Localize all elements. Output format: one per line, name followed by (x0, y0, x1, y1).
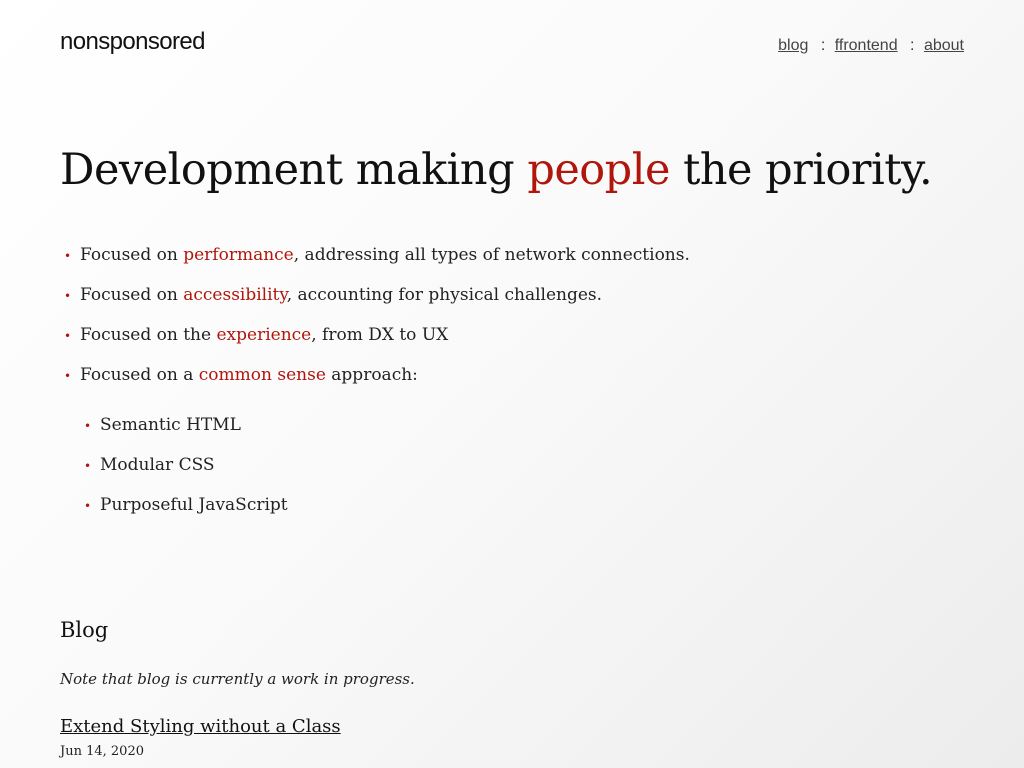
hero-title-suffix: the priority. (669, 145, 933, 195)
focus-item-highlight: common sense (198, 365, 326, 385)
sub-item-label: Purposeful JavaScript (100, 495, 288, 515)
approach-sub-list: • Semantic HTML • Modular CSS • Purposef… (80, 410, 288, 530)
site-logo[interactable]: nonsponsored (60, 28, 206, 56)
hero-title-highlight: people (527, 145, 670, 195)
nav-separator: : (820, 37, 826, 54)
nav-separator: : (910, 37, 915, 54)
focus-item-performance: • Focused on performance, addressing all… (60, 240, 690, 280)
sub-item-semantic-html: • Semantic HTML (80, 410, 288, 450)
hero-title-prefix: Development making (60, 145, 528, 195)
bullet-icon: • (84, 419, 92, 433)
nav-link-about[interactable]: about (924, 37, 964, 54)
hero-title: Development making people the priority. (60, 145, 933, 195)
focus-item-prefix: Focused on (80, 245, 184, 265)
focus-item-suffix: , from DX to UX (311, 325, 449, 345)
sub-item-label: Modular CSS (100, 455, 215, 475)
blog-post-date: Jun 14, 2020 (60, 744, 144, 759)
sub-item-modular-css: • Modular CSS (80, 450, 288, 490)
bullet-icon: • (84, 459, 92, 473)
nav-link-ffrontend[interactable]: ffrontend (835, 37, 898, 54)
focus-item-experience: • Focused on the experience, from DX to … (60, 320, 690, 360)
focus-item-highlight: performance (183, 245, 294, 265)
focus-item-highlight: experience (216, 325, 312, 345)
focus-item-suffix: approach: (325, 365, 418, 385)
sub-item-purposeful-javascript: • Purposeful JavaScript (80, 490, 288, 530)
main-nav: blog : ffrontend : about (778, 37, 964, 55)
focus-item-suffix: , addressing all types of network connec… (293, 245, 690, 265)
bullet-icon: • (64, 249, 72, 263)
focus-item-accessibility: • Focused on accessibility, accounting f… (60, 280, 690, 320)
blog-heading: Blog (60, 618, 109, 642)
bullet-icon: • (84, 499, 92, 513)
focus-item-prefix: Focused on the (80, 325, 217, 345)
blog-post-link[interactable]: Extend Styling without a Class (60, 716, 341, 737)
focus-list: • Focused on performance, addressing all… (60, 240, 690, 400)
bullet-icon: • (64, 369, 72, 383)
bullet-icon: • (64, 289, 72, 303)
blog-note: Note that blog is currently a work in pr… (60, 670, 415, 688)
focus-item-common-sense: • Focused on a common sense approach: (60, 360, 690, 400)
bullet-icon: • (64, 329, 72, 343)
nav-link-blog[interactable]: blog (778, 37, 808, 54)
focus-item-prefix: Focused on a (80, 365, 199, 385)
focus-item-prefix: Focused on (80, 285, 184, 305)
sub-item-label: Semantic HTML (100, 415, 241, 435)
focus-item-suffix: , accounting for physical challenges. (286, 285, 603, 305)
focus-item-highlight: accessibility (183, 285, 287, 305)
site-header: nonsponsored blog : ffrontend : about (0, 0, 1024, 90)
